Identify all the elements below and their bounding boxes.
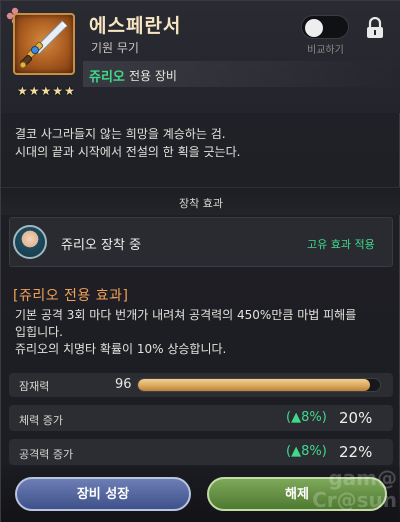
description-line: 결코 사그라들지 않는 희망을 계승하는 검.	[15, 127, 226, 141]
exclusive-label: 전용 장비	[129, 69, 177, 83]
toggle-knob	[305, 19, 323, 37]
effect-line: 쥬리오의 치명타 확률이 10% 상승합니다.	[15, 342, 227, 356]
item-name: 에스페란서	[89, 15, 182, 37]
equipment-growth-button[interactable]: 장비 성장	[15, 477, 191, 511]
unique-effect-status: 고유 효과 적용	[307, 238, 375, 251]
effect-line: 기본 공격 3회 마다 번개가 내려쳐 공격력의 450%만큼 마법 피해를	[15, 308, 357, 322]
stat-bonus-attack: (▲8%)	[286, 444, 327, 459]
lock-icon[interactable]	[365, 17, 385, 39]
sword-icon	[19, 20, 68, 69]
watermark-line: gam@	[328, 466, 397, 490]
exclusive-effect-title: [쥬리오 전용 효과]	[13, 288, 129, 304]
stat-value-hp: 20%	[339, 409, 373, 427]
star-icon: ★	[28, 84, 40, 98]
equipment-detail-panel: ★ ★ ★ ★ ★ 에스페란서 기원 무기 쥬리오 전용 장비 비교하기 결코 …	[0, 0, 400, 522]
hero-avatar[interactable]	[13, 225, 47, 259]
rarity-stars: ★ ★ ★ ★ ★	[17, 85, 75, 97]
star-icon: ★	[40, 84, 52, 98]
equipped-status: 쥬리오 장착 중	[61, 238, 142, 253]
effect-line: 입힙니다.	[15, 325, 63, 339]
compare-label: 비교하기	[307, 45, 344, 56]
equip-effect-title: 장착 효과	[179, 197, 223, 210]
description-line: 시대의 끝과 시작에서 전설의 한 획을 긋는다.	[15, 145, 241, 159]
potential-bar	[137, 378, 381, 392]
item-icon-frame[interactable]	[13, 13, 75, 75]
exclusive-effect-description: 기본 공격 3회 마다 번개가 내려쳐 공격력의 450%만큼 마법 피해를 입…	[15, 307, 387, 358]
stat-bonus-hp: (▲8%)	[286, 410, 327, 425]
stat-label-attack: 공격력 증가	[19, 448, 74, 461]
watermark-line: Cr@sun	[312, 488, 397, 512]
stat-label-hp: 체력 증가	[19, 414, 63, 427]
star-icon: ★	[52, 84, 64, 98]
stat-value-attack: 22%	[339, 443, 373, 461]
potential-label: 잠재력	[19, 380, 50, 393]
potential-value: 96	[115, 377, 132, 392]
star-icon: ★	[17, 84, 28, 98]
star-icon: ★	[64, 84, 75, 98]
stat-row-hp	[9, 405, 393, 431]
item-description: 결코 사그라들지 않는 희망을 계승하는 검. 시대의 끝과 시작에서 전설의 …	[15, 125, 387, 161]
item-type: 기원 무기	[91, 41, 139, 55]
watermark-logo: gam@ Cr@sun	[269, 467, 397, 522]
exclusive-hero-name: 쥬리오	[89, 70, 125, 85]
compare-toggle[interactable]	[301, 15, 349, 39]
potential-bar-fill	[138, 379, 371, 391]
